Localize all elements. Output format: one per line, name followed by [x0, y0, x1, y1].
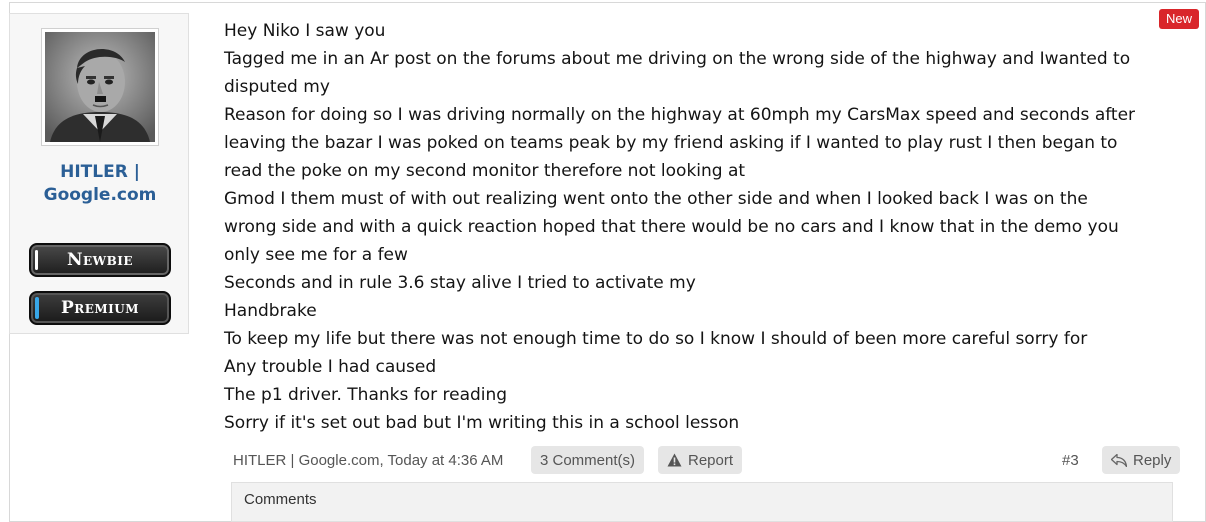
post-meta-link[interactable]: HITLER | Google.com, Today at 4:36 AM	[233, 452, 503, 469]
avatar-portrait-icon	[45, 32, 155, 142]
comments-header: Comments	[244, 491, 317, 508]
message-line: Any trouble I had caused	[224, 357, 437, 377]
reply-button[interactable]: Reply	[1102, 446, 1181, 474]
username-line1: HITLER |	[60, 162, 140, 182]
message-line: To keep my life but there was not enough…	[224, 329, 1088, 349]
message-line: disputed my	[224, 77, 330, 97]
message-line: Tagged me in an Ar post on the forums ab…	[224, 49, 1131, 69]
username-line2: Google.com	[43, 185, 157, 205]
warning-icon	[667, 453, 682, 467]
avatar[interactable]	[41, 28, 159, 146]
post-number-link[interactable]: #3	[1062, 452, 1079, 469]
comments-button[interactable]: 3 Comment(s)	[531, 446, 645, 474]
message-line: Reason for doing so I was driving normal…	[224, 105, 1136, 125]
report-button[interactable]: Report	[658, 446, 743, 474]
comments-panel: Comments	[231, 482, 1173, 522]
premium-badge: Premium	[29, 291, 171, 325]
username-link[interactable]: HITLER | Google.com	[10, 161, 190, 207]
message-line: Sorry if it's set out bad but I'm writin…	[224, 413, 740, 433]
post-footer: HITLER | Google.com, Today at 4:36 AM 3 …	[224, 446, 1184, 476]
message-line: leaving the bazar I was poked on teams p…	[224, 133, 1118, 153]
message-line: read the poke on my second monitor there…	[224, 161, 746, 181]
message-line: Gmod I them must of with out realizing w…	[224, 189, 1088, 209]
message-line: Seconds and in rule 3.6 stay alive I tri…	[224, 273, 696, 293]
message-line: Handbrake	[224, 301, 317, 321]
post-message: Hey Niko I saw you Tagged me in an Ar po…	[224, 17, 1184, 437]
reply-icon	[1111, 453, 1127, 467]
avatar-image[interactable]	[45, 32, 155, 142]
message-line: wrong side and with a quick reaction hop…	[224, 217, 1119, 237]
message-line: Hey Niko I saw you	[224, 21, 386, 41]
report-label: Report	[688, 451, 734, 469]
message-line: only see me for a few	[224, 245, 408, 265]
message-line: The p1 driver. Thanks for reading	[224, 385, 508, 405]
comments-label: 3 Comment(s)	[540, 451, 636, 469]
newbie-badge: Newbie	[29, 243, 171, 277]
reply-label: Reply	[1133, 451, 1172, 469]
author-sidebar: HITLER | Google.com Newbie Premium	[9, 13, 189, 334]
